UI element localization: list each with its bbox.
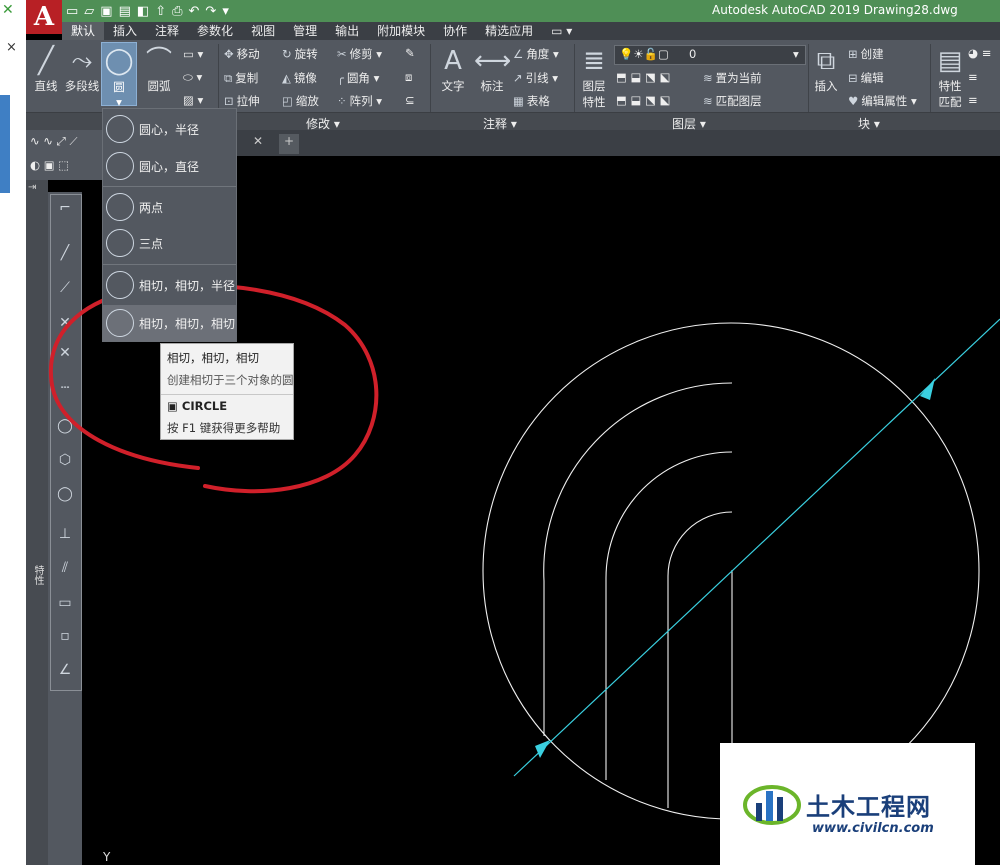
circle-center-radius-icon — [106, 115, 134, 143]
command-line-icon: ▣ — [167, 399, 182, 413]
circle-two-point-icon — [106, 193, 134, 221]
circle-three-point-icon — [106, 229, 134, 257]
circle-center-radius-item[interactable]: 圆心，半径 — [103, 111, 236, 147]
circle-three-point-item[interactable]: 三点 — [103, 225, 236, 261]
watermark: 土木工程网 www.civilcn.com — [720, 743, 975, 865]
watermark-title: 土木工程网 — [806, 793, 931, 821]
tooltip-title: 相切，相切，相切 — [167, 351, 259, 365]
circle-tan-tan-tan-icon — [106, 309, 134, 337]
watermark-logo-icon — [743, 785, 801, 825]
circle-tan-tan-radius-icon — [106, 271, 134, 299]
circle-two-point-item[interactable]: 两点 — [103, 189, 236, 225]
circle-tan-tan-tan-item[interactable]: 相切，相切，相切 — [103, 305, 236, 341]
tooltip-command: ▣ CIRCLE — [167, 399, 228, 413]
watermark-url: www.civilcn.com — [812, 821, 934, 836]
tooltip-help: 按 F1 键获得更多帮助 — [167, 421, 281, 435]
circle-dropdown-menu: 圆心，半径 圆心，直径 两点 三点 相切，相切，半径 相切，相切，相切 — [102, 108, 237, 342]
circle-tan-tan-radius-item[interactable]: 相切，相切，半径 — [103, 267, 236, 303]
command-tooltip: 相切，相切，相切 创建相切于三个对象的圆 ▣ CIRCLE 按 F1 键获得更多… — [160, 343, 294, 440]
circle-center-diameter-item[interactable]: 圆心，直径 — [103, 148, 236, 184]
circle-center-diameter-icon — [106, 152, 134, 180]
tooltip-description: 创建相切于三个对象的圆 — [167, 373, 294, 387]
